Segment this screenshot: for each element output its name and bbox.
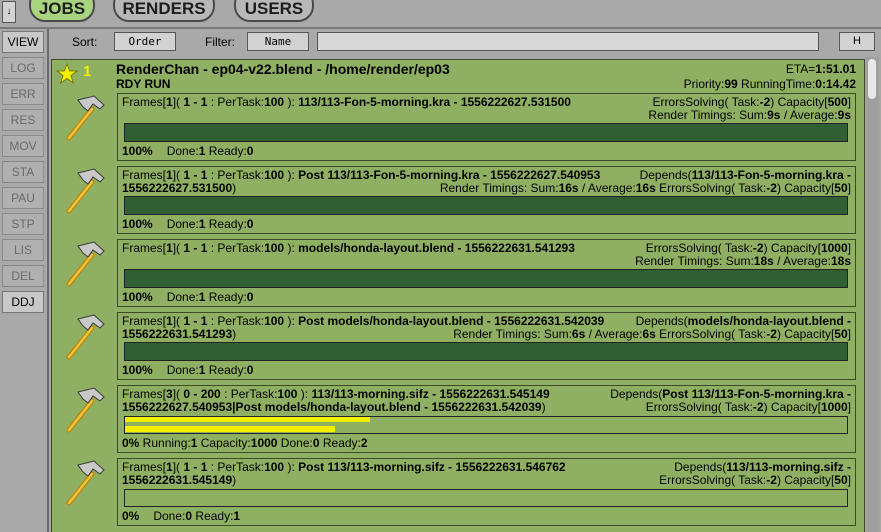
block-item[interactable]: Frames[1]( 1 - 1 : PerTask:100 ): models… [117, 239, 856, 307]
block-status: 100% Done:1 Ready:0 [122, 290, 254, 304]
job-number: 1 [83, 63, 92, 80]
block-status: 0% Running:1 Capacity:1000 Done:0 Ready:… [122, 436, 368, 450]
res-button[interactable]: RES [2, 109, 44, 131]
lis-button[interactable]: LIS [2, 239, 44, 261]
top-bar: ↓ JOBS RENDERS USERS [0, 0, 881, 29]
job-state: RDY RUN [116, 77, 171, 91]
ddj-button[interactable]: DDJ [2, 291, 44, 313]
block-frames: Frames[3]( 0 - 200 : PerTask:100 ): 113/… [122, 387, 550, 401]
job-title: RenderChan - ep04-v22.blend - /home/rend… [116, 61, 450, 77]
block-progress-bar [124, 196, 848, 215]
block-progress-bar [124, 489, 848, 507]
job-eta: ETA=1:51.01 [785, 62, 856, 76]
tab-users[interactable]: USERS [234, 0, 314, 22]
del-button[interactable]: DEL [2, 265, 44, 287]
block-depends-cont: 1556222627.531500) [122, 181, 237, 195]
block-timings-errors: Render Timings: Sum:16s / Average:16s Er… [439, 181, 851, 195]
block-errors: ErrorsSolving( Task:-2) Capacity[1000] [645, 400, 851, 414]
block-progress-bar [124, 269, 848, 288]
sta-button[interactable]: STA [2, 161, 44, 183]
action-sidebar: VIEW LOG ERR RES MOV STA PAU STP LIS DEL… [0, 29, 49, 532]
sort-filter-bar: Sort: Order Filter: Name H [49, 29, 881, 55]
block-progress-bar [124, 416, 848, 434]
block-depends: Depends(113/113-morning.sifz - [674, 460, 851, 474]
tab-renders[interactable]: RENDERS [113, 0, 215, 22]
help-button[interactable]: H [839, 32, 875, 51]
filter-label: Filter: [205, 35, 235, 49]
block-depends-cont: 1556222631.545149) [122, 473, 237, 487]
jobs-scrollbar[interactable] [866, 57, 879, 532]
hammer-icon [66, 387, 105, 433]
block-status: 100% Done:1 Ready:0 [122, 144, 254, 158]
block-frames: Frames[1]( 1 - 1 : PerTask:100 ): Post m… [122, 314, 605, 328]
log-button[interactable]: LOG [2, 57, 44, 79]
running-tasks-stripes [125, 417, 370, 432]
block-timings: Render Timings: Sum:18s / Average:18s [635, 254, 851, 268]
block-frames: Frames[1]( 1 - 1 : PerTask:100 ): models… [122, 241, 575, 255]
scrollbar-thumb[interactable] [868, 59, 876, 99]
view-button[interactable]: VIEW [2, 31, 44, 53]
block-depends-cont: 1556222627.540953|Post models/honda-layo… [122, 400, 546, 414]
star-icon [56, 63, 78, 85]
block-progress-bar [124, 342, 848, 361]
pau-button[interactable]: PAU [2, 187, 44, 209]
block-item[interactable]: Frames[1]( 1 - 1 : PerTask:100 ): Post 1… [117, 458, 856, 526]
block-status: 0% Done:0 Ready:1 [122, 509, 241, 523]
block-item[interactable]: Frames[3]( 0 - 200 : PerTask:100 ): 113/… [117, 385, 856, 453]
sort-order-button[interactable]: Order [114, 32, 176, 51]
jobs-list: 1 RenderChan - ep04-v22.blend - /home/re… [49, 57, 866, 532]
block-item[interactable]: Frames[1]( 1 - 1 : PerTask:100 ): Post 1… [117, 166, 856, 234]
filter-input[interactable] [317, 32, 819, 51]
block-depends: Depends(models/honda-layout.blend - [635, 314, 851, 328]
stp-button[interactable]: STP [2, 213, 44, 235]
filter-name-button[interactable]: Name [247, 32, 309, 51]
block-timings-errors: Render Timings: Sum:6s / Average:6s Erro… [453, 327, 851, 341]
block-frames: Frames[1]( 1 - 1 : PerTask:100 ): 113/11… [122, 95, 571, 109]
block-item[interactable]: Frames[1]( 1 - 1 : PerTask:100 ): 113/11… [117, 93, 856, 161]
block-depends-cont: 1556222631.541293) [122, 327, 237, 341]
job-item[interactable]: 1 RenderChan - ep04-v22.blend - /home/re… [51, 59, 865, 532]
mov-button[interactable]: MOV [2, 135, 44, 157]
hammer-icon [66, 460, 105, 506]
block-depends: Depends(113/113-Fon-5-morning.kra - [639, 168, 851, 182]
block-frames: Frames[1]( 1 - 1 : PerTask:100 ): Post 1… [122, 460, 566, 474]
block-progress-bar [124, 123, 848, 142]
block-errors: ErrorsSolving( Task:-2) Capacity[1000] [645, 241, 851, 255]
block-item[interactable]: Frames[1]( 1 - 1 : PerTask:100 ): Post m… [117, 312, 856, 380]
err-button[interactable]: ERR [2, 83, 44, 105]
hammer-icon [66, 241, 105, 287]
block-status: 100% Done:1 Ready:0 [122, 217, 254, 231]
menu-toggle-button[interactable]: ↓ [2, 1, 16, 23]
block-errors: ErrorsSolving( Task:-2) Capacity[50] [659, 473, 851, 487]
block-timings: Render Timings: Sum:9s / Average:9s [648, 108, 851, 122]
block-depends: Depends(Post 113/113-Fon-5-morning.kra - [610, 387, 851, 401]
block-frames: Frames[1]( 1 - 1 : PerTask:100 ): Post 1… [122, 168, 601, 182]
block-errors: ErrorsSolving( Task:-2) Capacity[500] [652, 95, 851, 109]
job-priority-runtime: Priority:99 RunningTime:0:14.42 [683, 77, 856, 91]
block-status: 100% Done:1 Ready:0 [122, 363, 254, 377]
hammer-icon [66, 95, 105, 141]
sort-label: Sort: [72, 35, 98, 49]
hammer-icon [66, 314, 105, 360]
hammer-icon [66, 168, 105, 214]
tab-jobs[interactable]: JOBS [29, 0, 95, 22]
